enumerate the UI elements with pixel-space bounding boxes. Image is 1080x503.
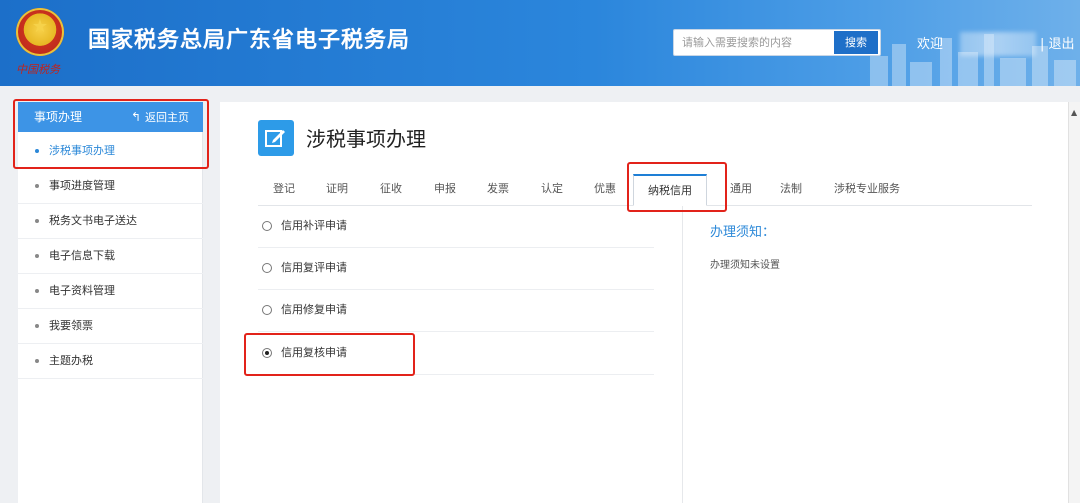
bullet-icon <box>35 184 39 188</box>
sidebar-item-label: 涉税事项办理 <box>49 144 115 157</box>
tab-preferential[interactable]: 优惠 <box>594 181 616 197</box>
back-home-link[interactable]: ↰ 返回主页 <box>131 109 189 126</box>
sidebar-item-label: 主题办税 <box>49 354 93 367</box>
tab-collection[interactable]: 征收 <box>380 181 402 197</box>
site-header: ★ 中国税务 国家税务总局广东省电子税务局 搜索 欢迎 | 退出 <box>0 0 1080 86</box>
notice-title: 办理须知： <box>710 225 776 240</box>
welcome-text: 欢迎 <box>917 37 944 52</box>
tab-tax-credit[interactable]: 纳税信用 <box>633 174 707 206</box>
edit-icon <box>258 120 294 156</box>
radio-button[interactable] <box>262 221 272 231</box>
sidebar-item-label: 税务文书电子送达 <box>49 214 137 227</box>
tab-invoice[interactable]: 发票 <box>487 181 509 197</box>
bullet-icon <box>35 219 39 223</box>
radio-button[interactable] <box>262 263 272 273</box>
panel-divider <box>682 206 683 503</box>
back-arrow-icon: ↰ <box>130 110 141 124</box>
sidebar-item-label: 事项进度管理 <box>49 179 115 192</box>
sidebar-item-info-download[interactable]: 电子信息下载 <box>18 239 203 274</box>
username-redacted <box>960 32 1036 56</box>
tab-certificate[interactable]: 证明 <box>326 181 348 197</box>
scroll-up-icon[interactable]: ▲ <box>1071 108 1077 117</box>
bullet-icon <box>35 254 39 258</box>
tab-legal[interactable]: 法制 <box>780 181 802 197</box>
search-input[interactable] <box>674 30 833 55</box>
sidebar-header: 事项办理 ↰ 返回主页 <box>18 102 203 132</box>
tab-professional-services[interactable]: 涉税专业服务 <box>834 181 900 197</box>
sidebar-item-label: 我要领票 <box>49 319 93 332</box>
page-title: 涉税事项办理 <box>306 127 426 151</box>
sidebar: 事项办理 ↰ 返回主页 涉税事项办理 事项进度管理 税务文书电子送达 电子信息下载… <box>18 102 203 503</box>
tax-emblem-icon: ★ <box>16 8 64 56</box>
tab-general[interactable]: 通用 <box>730 181 752 197</box>
bullet-icon <box>35 324 39 328</box>
sidebar-item-label: 电子信息下载 <box>49 249 115 262</box>
logout-link[interactable]: | 退出 <box>1040 36 1075 54</box>
option-label: 信用补评申请 <box>281 219 347 232</box>
option-credit-review[interactable]: 信用复核申请 <box>258 333 654 375</box>
notice-text: 办理须知未设置 <box>710 260 780 271</box>
sidebar-item-label: 电子资料管理 <box>49 284 115 297</box>
radio-button-selected[interactable] <box>262 348 272 358</box>
sidebar-item-progress[interactable]: 事项进度管理 <box>18 169 203 204</box>
tab-registration[interactable]: 登记 <box>273 181 295 197</box>
radio-button[interactable] <box>262 305 272 315</box>
tab-declaration[interactable]: 申报 <box>434 181 456 197</box>
search-button[interactable]: 搜索 <box>834 31 878 54</box>
scrollbar[interactable]: ▲ <box>1068 102 1080 503</box>
sidebar-item-tax-matters[interactable]: 涉税事项办理 <box>18 134 203 169</box>
main-panel: 涉税事项办理 登记 证明 征收 申报 发票 认定 优惠 纳税信用 通用 法制 涉… <box>220 102 1068 503</box>
option-label: 信用复评申请 <box>281 261 347 274</box>
sidebar-title: 事项办理 <box>34 110 83 124</box>
option-credit-repair[interactable]: 信用修复申请 <box>258 290 654 332</box>
option-label: 信用复核申请 <box>281 346 347 359</box>
option-credit-supplementary[interactable]: 信用补评申请 <box>258 206 654 248</box>
back-home-label: 返回主页 <box>145 111 189 124</box>
bullet-icon <box>35 149 39 153</box>
search-box: 搜索 <box>673 29 881 56</box>
tab-recognition[interactable]: 认定 <box>541 181 563 197</box>
sidebar-item-e-documents[interactable]: 电子资料管理 <box>18 274 203 309</box>
option-credit-reevaluation[interactable]: 信用复评申请 <box>258 248 654 290</box>
emblem-caption: 中国税务 <box>16 63 60 76</box>
bullet-icon <box>35 359 39 363</box>
sidebar-item-themed-tax[interactable]: 主题办税 <box>18 344 203 379</box>
category-tabs: 登记 证明 征收 申报 发票 认定 优惠 纳税信用 通用 法制 涉税专业服务 <box>258 174 1032 206</box>
option-label: 信用修复申请 <box>281 303 347 316</box>
bullet-icon <box>35 289 39 293</box>
site-title: 国家税务总局广东省电子税务局 <box>88 28 411 53</box>
sidebar-item-get-invoice[interactable]: 我要领票 <box>18 309 203 344</box>
sidebar-item-e-delivery[interactable]: 税务文书电子送达 <box>18 204 203 239</box>
